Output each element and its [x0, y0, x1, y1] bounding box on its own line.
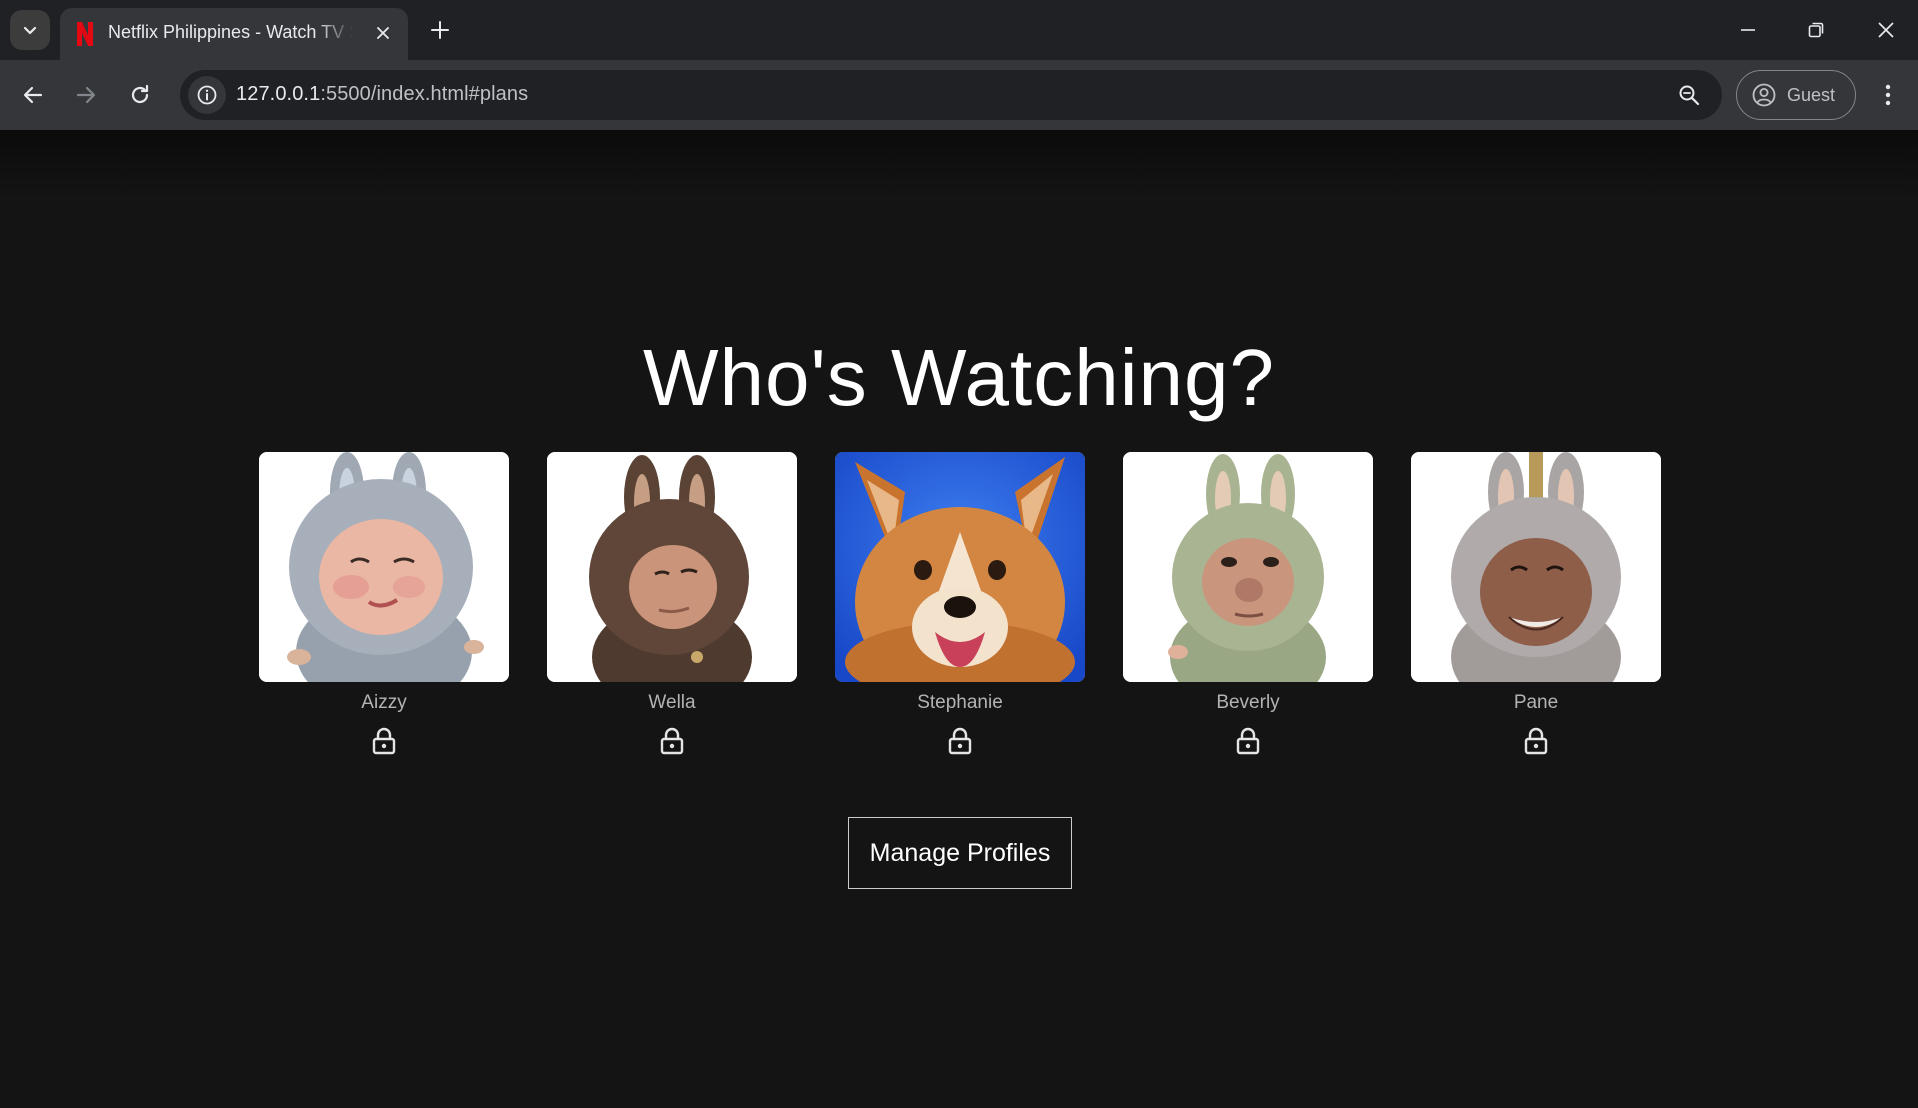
close-icon — [1878, 22, 1894, 38]
manage-profiles-button[interactable]: Manage Profiles — [848, 817, 1072, 889]
zoom-button[interactable] — [1676, 82, 1702, 108]
netflix-n-icon — [77, 22, 93, 46]
profile-avatar[interactable] — [547, 452, 797, 682]
avatar-image — [547, 452, 797, 682]
browser-menu-button[interactable] — [1870, 75, 1906, 115]
tab-list-button[interactable] — [10, 10, 50, 50]
profile-card-stephanie[interactable]: Stephanie — [835, 452, 1085, 756]
browser-profile-button[interactable]: Guest — [1736, 70, 1856, 120]
page-title: Who's Watching? — [643, 333, 1275, 422]
profile-avatar[interactable] — [1123, 452, 1373, 682]
arrow-right-icon — [76, 86, 96, 104]
profile-card-wella[interactable]: Wella — [547, 452, 797, 756]
url-host: 127.0.0.1 — [236, 83, 321, 105]
avatar-image — [835, 452, 1085, 682]
new-tab-button[interactable] — [424, 14, 456, 46]
site-info-button[interactable] — [188, 76, 226, 114]
profile-name: Beverly — [1216, 692, 1280, 713]
lock-icon[interactable] — [370, 726, 398, 756]
profile-avatar[interactable] — [1411, 452, 1661, 682]
profile-gate-page: Who's Watching? Aizzy Wella Stephanie Be… — [0, 130, 1918, 1108]
browser-profile-label: Guest — [1787, 84, 1836, 105]
reload-icon — [131, 84, 149, 104]
profile-card-aizzy[interactable]: Aizzy — [259, 452, 509, 756]
restore-button[interactable] — [1796, 10, 1836, 50]
close-icon — [377, 27, 389, 39]
profile-avatar[interactable] — [259, 452, 509, 682]
address-bar[interactable]: 127.0.0.1:5500/index.html#plans — [180, 70, 1722, 120]
close-window-button[interactable] — [1866, 10, 1906, 50]
url-path: :5500/index.html#plans — [320, 83, 529, 105]
profile-name: Wella — [648, 692, 696, 713]
tab-title: Netflix Philippines - Watch TV Shows Onl… — [108, 22, 353, 42]
profile-name: Stephanie — [917, 692, 1003, 713]
profile-card-pane[interactable]: Pane — [1411, 452, 1661, 756]
url-text: 127.0.0.1:5500/index.html#plans — [236, 83, 528, 106]
back-button[interactable] — [13, 75, 53, 115]
plus-icon — [431, 21, 449, 39]
avatar-image — [259, 452, 509, 682]
account-circle-icon — [1752, 83, 1776, 107]
browser-tab-strip: Netflix Philippines - Watch TV Shows Onl… — [0, 0, 1918, 60]
lock-icon[interactable] — [1234, 726, 1262, 756]
avatar-image — [1411, 452, 1661, 682]
chevron-down-icon — [23, 26, 37, 35]
restore-icon — [1808, 22, 1824, 38]
profile-name: Pane — [1513, 692, 1559, 713]
lock-icon[interactable] — [1522, 726, 1550, 756]
profile-name: Aizzy — [361, 692, 407, 713]
avatar-image — [1123, 452, 1373, 682]
forward-button[interactable] — [66, 75, 106, 115]
profile-list: Aizzy Wella Stephanie Beverly Pane — [259, 452, 1661, 772]
profile-card-beverly[interactable]: Beverly — [1123, 452, 1373, 756]
active-tab[interactable]: Netflix Philippines - Watch TV Shows Onl… — [60, 8, 408, 60]
kebab-menu-icon — [1885, 84, 1891, 106]
minimize-icon — [1741, 29, 1755, 31]
profile-avatar[interactable] — [835, 452, 1085, 682]
arrow-left-icon — [23, 86, 43, 104]
zoom-icon — [1679, 85, 1700, 106]
tab-close-button[interactable] — [372, 22, 394, 44]
reload-button[interactable] — [120, 75, 160, 115]
lock-icon[interactable] — [946, 726, 974, 756]
lock-icon[interactable] — [658, 726, 686, 756]
browser-toolbar: 127.0.0.1:5500/index.html#plans Guest — [0, 60, 1918, 130]
info-icon — [197, 85, 217, 105]
minimize-button[interactable] — [1728, 10, 1768, 50]
